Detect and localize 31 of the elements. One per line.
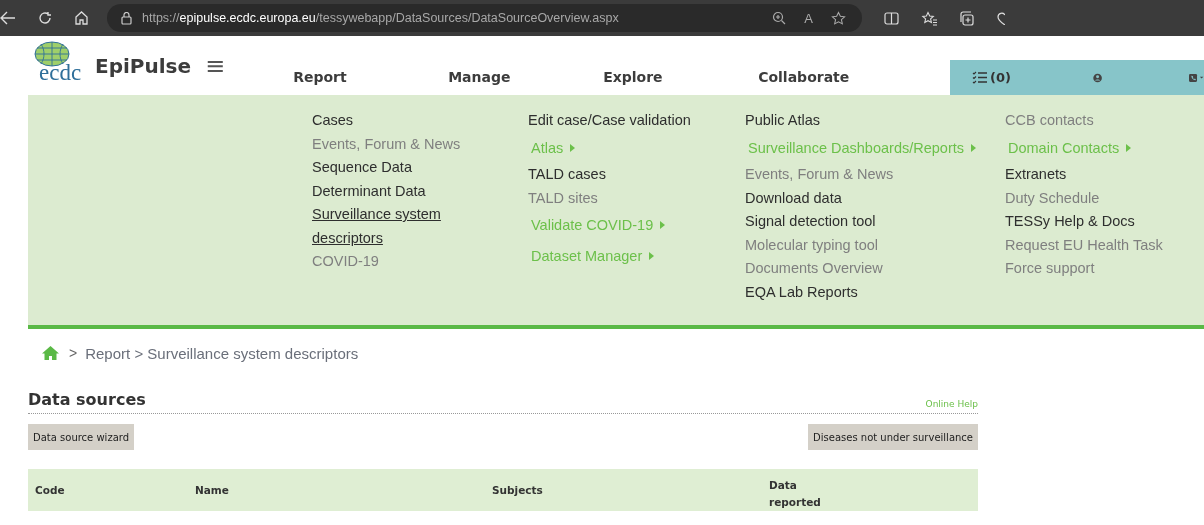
column-header[interactable]: Code: [35, 484, 195, 496]
menu-link[interactable]: Surveillance system descriptors: [312, 203, 462, 250]
menu-link[interactable]: Sequence Data: [312, 156, 528, 180]
menu-link[interactable]: Signal detection tool: [745, 210, 1005, 234]
menu-button[interactable]: ≡: [205, 51, 226, 80]
page-title: Data sources: [28, 390, 146, 409]
column-header[interactable]: Name: [195, 484, 492, 496]
nav-tab[interactable]: Manage: [448, 69, 604, 85]
column-header[interactable]: Subjects: [492, 484, 769, 496]
nav-tab[interactable]: Collaborate: [758, 69, 914, 85]
column-header[interactable]: Data reported: [769, 469, 819, 511]
nav-tab[interactable]: Explore: [603, 69, 759, 85]
menu-link[interactable]: Download data: [745, 186, 1005, 210]
action-button[interactable]: Data source wizard: [28, 424, 135, 450]
breadcrumb-path: Report > Surveillance system descriptors: [85, 344, 359, 362]
read-aloud-icon[interactable]: A: [804, 10, 813, 26]
url-text: https://epipulse.ecdc.europa.eu/tessywebapp/DataSources/DataSourceOverview.aspx: [142, 11, 619, 25]
brand-name: EpiPulse: [95, 53, 192, 78]
menu-link[interactable]: TESSy Help & Docs: [1005, 210, 1195, 234]
breadcrumb-separator: >: [69, 345, 78, 361]
action-button[interactable]: Diseases not under surveillance: [808, 424, 978, 450]
nav-tab[interactable]: Report: [293, 69, 449, 85]
tasks-button[interactable]: (0): [972, 70, 1011, 85]
menu-link[interactable]: TALD cases: [528, 163, 745, 187]
menu-link[interactable]: Edit case/Case validation: [528, 109, 745, 133]
menu-link[interactable]: Determinant Data: [312, 179, 528, 203]
menu-link[interactable]: Cases: [312, 109, 528, 133]
menu-link[interactable]: EQA Lab Reports: [745, 280, 1005, 304]
menu-link[interactable]: Public Atlas: [745, 109, 1005, 133]
menu-link[interactable]: Extranets: [1005, 163, 1195, 187]
address-bar[interactable]: https://epipulse.ecdc.europa.eu/tessywebapp/DataSources/DataSourceOverview.aspx A: [107, 4, 862, 32]
